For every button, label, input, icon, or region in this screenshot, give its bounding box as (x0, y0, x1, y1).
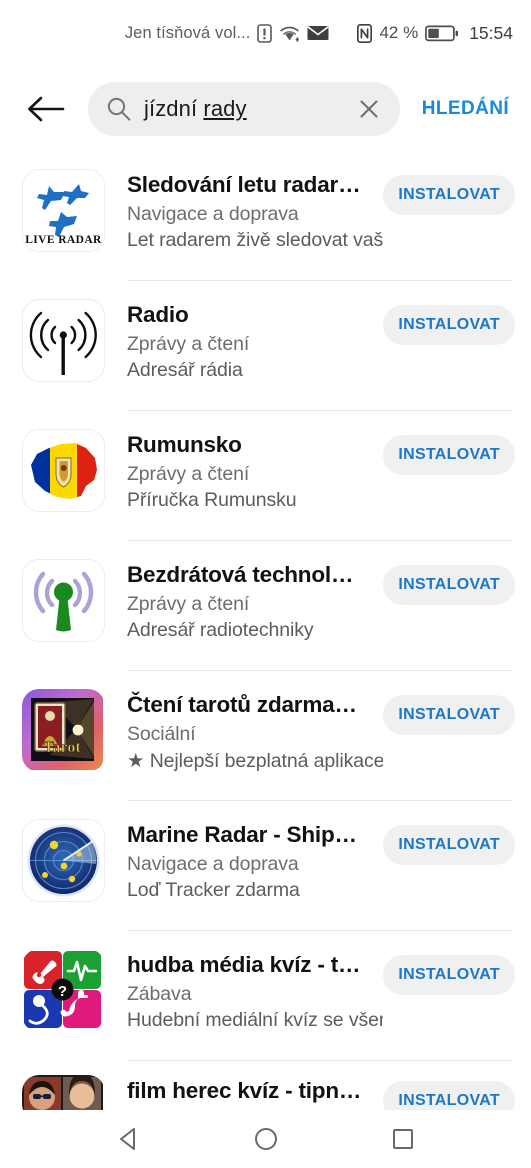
battery-percent-label: 42 % (379, 23, 419, 42)
app-result-row[interactable]: ? hudba média kvíz - t… Zábava Hudební m… (0, 931, 531, 1061)
nav-home-button[interactable] (236, 1116, 296, 1162)
app-category: Navigace a doprava (127, 853, 299, 876)
app-info: film herec kvíz - tipn… (105, 1075, 383, 1105)
app-description: Let radarem živě sledovat vaše lety (127, 229, 384, 252)
app-description: Hudební mediální kvíz se všemi slavným… (127, 1009, 383, 1032)
app-category: Zábava (127, 983, 192, 1006)
tarot-cards-icon: Tarot (22, 689, 105, 772)
app-info: Marine Radar - Ship… Navigace a doprava … (105, 819, 383, 902)
app-category: Zprávy a čtení (127, 333, 250, 356)
install-button[interactable]: INSTALOVAT (383, 435, 515, 475)
clear-search-button[interactable] (352, 92, 386, 126)
nav-back-icon (116, 1126, 142, 1152)
clock-label: 15:54 (469, 22, 513, 43)
music-quiz-icon: ? (22, 949, 105, 1032)
app-info: hudba média kvíz - t… Zábava Hudební med… (105, 949, 383, 1032)
app-title: Rumunsko (127, 432, 242, 457)
search-input[interactable]: jízdní rady (88, 81, 400, 136)
install-button[interactable]: INSTALOVAT (383, 175, 515, 215)
install-button[interactable]: INSTALOVAT (383, 955, 515, 995)
app-description: Loď Tracker zdarma (127, 879, 300, 902)
search-results-list[interactable]: LIVE RADAR Sledování letu radar… Navigac… (0, 151, 531, 1110)
app-result-row[interactable]: Bezdrátová technol… Zprávy a čtení Adres… (0, 541, 531, 671)
movie-actor-quiz-icon (22, 1075, 105, 1110)
app-info: Bezdrátová technol… Zprávy a čtení Adres… (105, 559, 383, 642)
app-description: Adresář rádia (127, 359, 243, 382)
app-info: Radio Zprávy a čtení Adresář rádia (105, 299, 383, 382)
romania-map-flag-icon (22, 429, 105, 512)
nav-home-icon (253, 1126, 279, 1152)
app-title: film herec kvíz - tipn… (127, 1078, 362, 1103)
app-screen: Jen tísňová vol... 42 % 15:54 jízdní rad… (0, 0, 531, 1168)
app-result-row[interactable]: film herec kvíz - tipn… INSTALOVAT (0, 1061, 531, 1110)
install-button[interactable]: INSTALOVAT (383, 1081, 515, 1110)
mail-icon (307, 25, 330, 41)
sim-alert-icon (257, 23, 273, 43)
marine-radar-icon (22, 819, 105, 902)
app-info: Rumunsko Zprávy a čtení Příručka Rumunsk… (105, 429, 383, 512)
app-category: Navigace a doprava (127, 203, 299, 226)
carrier-label: Jen tísňová vol... (124, 23, 251, 42)
nav-recents-icon (390, 1126, 416, 1152)
app-title: Marine Radar - Ship… (127, 822, 357, 847)
install-button[interactable]: INSTALOVAT (383, 565, 515, 605)
live-radar-planes-icon: LIVE RADAR (22, 169, 105, 252)
search-query-text: jízdní rady (136, 96, 352, 122)
search-icon (106, 96, 136, 122)
search-submit-button[interactable]: HLEDÁNÍ (410, 98, 517, 120)
app-info: Čtení tarotů zdarma… Sociální ★ Nejlepší… (105, 689, 383, 773)
nav-recents-button[interactable] (373, 1116, 433, 1162)
app-description: ★ Nejlepší bezplatná aplikace pro čtení … (127, 750, 384, 773)
app-title: Radio (127, 302, 189, 327)
system-nav-bar (0, 1110, 531, 1168)
app-result-row[interactable]: Rumunsko Zprávy a čtení Příručka Rumunsk… (0, 411, 531, 541)
app-title: Sledování letu radar… (127, 172, 361, 197)
back-button[interactable] (22, 85, 70, 133)
app-title: hudba média kvíz - t… (127, 952, 361, 977)
app-title: Bezdrátová technol… (127, 562, 354, 587)
close-icon (356, 96, 382, 122)
battery-icon (425, 25, 459, 42)
install-button[interactable]: INSTALOVAT (383, 695, 515, 735)
radio-antenna-icon (22, 299, 105, 382)
nfc-icon (357, 23, 373, 43)
install-button[interactable]: INSTALOVAT (383, 825, 515, 865)
app-result-row[interactable]: LIVE RADAR Sledování letu radar… Navigac… (0, 151, 531, 281)
search-query-prefix: jízdní (144, 95, 204, 121)
app-description: Adresář radiotechniky (127, 619, 314, 642)
app-info: Sledování letu radar… Navigace a doprava… (105, 169, 383, 252)
svg-text:?: ? (58, 983, 67, 1000)
app-result-row[interactable]: Marine Radar - Ship… Navigace a doprava … (0, 801, 531, 931)
install-button[interactable]: INSTALOVAT (383, 305, 515, 345)
search-header: jízdní rady HLEDÁNÍ (0, 66, 531, 151)
svg-text:Tarot: Tarot (43, 739, 81, 756)
app-category: Zprávy a čtení (127, 463, 250, 486)
app-result-row[interactable]: Radio Zprávy a čtení Adresář rádia INSTA… (0, 281, 531, 411)
nav-back-button[interactable] (99, 1116, 159, 1162)
app-category: Zprávy a čtení (127, 593, 250, 616)
app-description: Příručka Rumunsku (127, 489, 297, 512)
app-category: Sociální (127, 723, 196, 746)
wifi-icon (279, 25, 300, 42)
status-bar: Jen tísňová vol... 42 % 15:54 (0, 0, 531, 66)
back-arrow-icon (26, 94, 66, 124)
green-antenna-icon (22, 559, 105, 642)
svg-text:LIVE RADAR: LIVE RADAR (25, 234, 102, 246)
app-result-row[interactable]: Tarot Čtení tarotů zdarma… Sociální ★ Ne… (0, 671, 531, 801)
search-query-spellchecked: rady (203, 95, 247, 121)
app-title: Čtení tarotů zdarma… (127, 692, 357, 717)
